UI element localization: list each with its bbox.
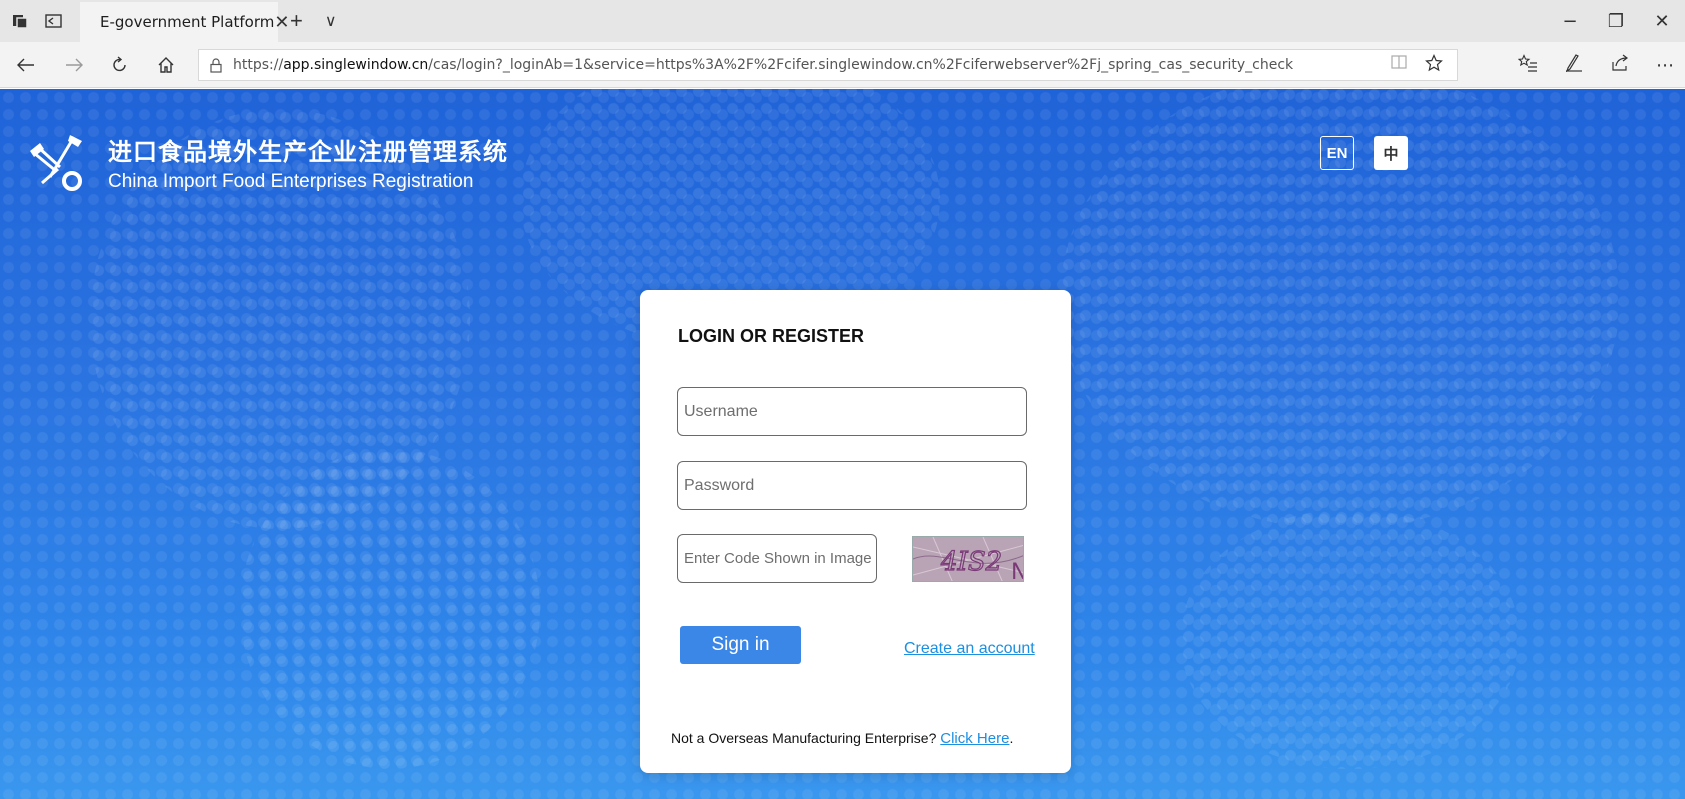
pen-icon[interactable] (1564, 53, 1584, 77)
language-chinese-button[interactable]: 中 (1374, 136, 1408, 170)
language-english-button[interactable]: EN (1320, 136, 1354, 170)
forward-icon[interactable] (54, 42, 94, 88)
tab-actions-icon[interactable] (6, 0, 34, 42)
svg-text:4IS2: 4IS2 (940, 547, 1002, 577)
tab-title: E-government Platform (100, 13, 275, 31)
refresh-icon[interactable] (100, 42, 140, 88)
share-icon[interactable] (1610, 54, 1630, 77)
address-bar[interactable]: https://app.singlewindow.cn/cas/login?_l… (198, 49, 1458, 81)
tab-list-icon[interactable]: ∨ (325, 11, 337, 31)
tab-close-icon[interactable]: ✕ (274, 12, 289, 33)
customs-emblem-icon (30, 135, 82, 191)
home-icon[interactable] (146, 42, 186, 88)
restore-button[interactable]: ❐ (1593, 0, 1639, 42)
back-icon[interactable] (6, 42, 46, 88)
login-title: LOGIN OR REGISTER (678, 326, 865, 346)
site-title-chinese: 进口食品境外生产企业注册管理系统 (108, 137, 508, 166)
new-tab-button[interactable]: + (290, 8, 303, 34)
username-input[interactable] (677, 387, 1027, 436)
captcha-image[interactable]: 4IS2 N (912, 536, 1024, 582)
password-input[interactable] (677, 461, 1027, 510)
create-account-link[interactable]: Create an account (904, 640, 1035, 658)
url-text: https://app.singlewindow.cn/cas/login?_l… (233, 57, 1294, 73)
more-icon[interactable]: ⋯ (1656, 55, 1675, 76)
login-page-background: 进口食品境外生产企业注册管理系统 China Import Food Enter… (0, 89, 1685, 799)
captcha-code-input[interactable] (677, 534, 877, 583)
map-pattern-decoration (1180, 509, 1520, 769)
set-aside-tabs-icon[interactable] (40, 0, 68, 42)
svg-text:N: N (1011, 560, 1024, 582)
tab-e-government-platform[interactable]: E-government Platform ✕ (80, 2, 289, 42)
browser-address-bar: https://app.singlewindow.cn/cas/login?_l… (0, 42, 1685, 88)
footer-period: . (1009, 730, 1014, 746)
reading-view-icon[interactable] (1391, 54, 1407, 76)
footer-text: Not a Overseas Manufacturing Enterprise? (671, 730, 941, 746)
click-here-link[interactable]: Click Here (940, 730, 1009, 747)
login-card: LOGIN OR REGISTER 4IS2 N Sign in Create … (640, 290, 1071, 773)
close-window-button[interactable]: ✕ (1639, 0, 1685, 42)
site-brand: 进口食品境外生产企业注册管理系统 China Import Food Enter… (28, 131, 508, 193)
browser-tab-bar: E-government Platform ✕ + ∨ − ❐ ✕ (0, 0, 1685, 42)
favorites-list-icon[interactable] (1517, 53, 1538, 77)
minimize-button[interactable]: − (1547, 0, 1593, 42)
lock-icon (199, 57, 233, 73)
map-pattern-decoration (240, 449, 540, 769)
sign-in-button[interactable]: Sign in (680, 626, 801, 664)
non-enterprise-note: Not a Overseas Manufacturing Enterprise?… (671, 730, 1013, 747)
site-title-english: China Import Food Enterprises Registrati… (108, 170, 474, 192)
favorite-star-icon[interactable] (1425, 54, 1443, 76)
